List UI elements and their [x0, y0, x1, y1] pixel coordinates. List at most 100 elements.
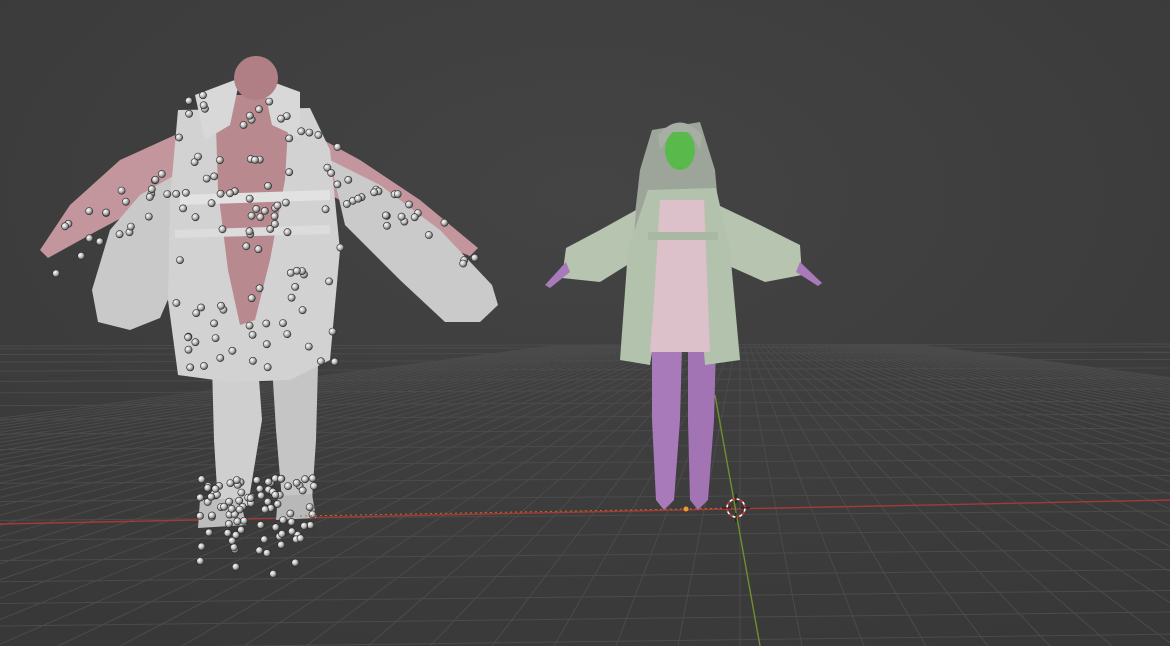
empty-sphere[interactable]	[102, 208, 111, 217]
empty-sphere[interactable]	[405, 200, 413, 209]
empty-sphere[interactable]	[203, 483, 212, 492]
empty-sphere[interactable]	[321, 205, 330, 214]
empty-sphere[interactable]	[231, 562, 240, 571]
empty-sphere[interactable]	[184, 96, 193, 105]
empty-sphere[interactable]	[271, 491, 280, 499]
empty-sphere[interactable]	[208, 511, 216, 520]
empty-sphere[interactable]	[325, 277, 333, 286]
empty-sphere[interactable]	[254, 245, 263, 254]
empty-sphere[interactable]	[255, 546, 264, 555]
empty-sphere[interactable]	[342, 200, 351, 208]
empty-sphere[interactable]	[172, 189, 181, 198]
empty-sphere[interactable]	[459, 259, 468, 268]
empty-sphere[interactable]	[252, 205, 261, 213]
empty-sphere[interactable]	[240, 516, 248, 525]
empty-sphere[interactable]	[226, 479, 235, 487]
empty-sphere[interactable]	[117, 186, 126, 195]
empty-sphere[interactable]	[265, 97, 274, 106]
empty-sphere[interactable]	[115, 230, 124, 239]
empty-sphere[interactable]	[237, 488, 246, 497]
empty-sphere[interactable]	[255, 484, 264, 493]
empty-sphere[interactable]	[269, 570, 278, 578]
empty-sphere[interactable]	[286, 509, 295, 518]
empty-sphere[interactable]	[199, 91, 207, 100]
empty-sphere[interactable]	[126, 222, 135, 231]
empty-sphere[interactable]	[291, 558, 300, 567]
empty-sphere[interactable]	[440, 218, 449, 227]
empty-sphere[interactable]	[199, 101, 208, 110]
empty-sphere[interactable]	[217, 301, 225, 310]
empty-sphere[interactable]	[292, 478, 301, 487]
empty-sphere[interactable]	[237, 526, 245, 534]
empty-sphere[interactable]	[287, 527, 296, 536]
empty-sphere[interactable]	[248, 356, 257, 365]
empty-sphere[interactable]	[175, 133, 183, 142]
empty-sphere[interactable]	[256, 521, 265, 529]
empty-sphere[interactable]	[226, 189, 234, 198]
empty-sphere[interactable]	[228, 536, 236, 545]
empty-sphere[interactable]	[255, 105, 263, 114]
empty-sphere[interactable]	[192, 309, 201, 317]
empty-sphere[interactable]	[270, 220, 279, 228]
empty-sphere[interactable]	[218, 225, 227, 234]
empty-sphere[interactable]	[263, 497, 272, 506]
empty-sphere[interactable]	[186, 363, 195, 372]
empty-sphere[interactable]	[205, 528, 213, 537]
empty-sphere[interactable]	[227, 504, 236, 513]
empty-sphere[interactable]	[300, 522, 309, 530]
empty-sphere[interactable]	[255, 284, 264, 293]
empty-sphere[interactable]	[248, 330, 257, 339]
empty-sphere[interactable]	[163, 190, 172, 198]
empty-sphere[interactable]	[370, 188, 379, 197]
empty-sphere[interactable]	[256, 213, 265, 221]
empty-sphere[interactable]	[308, 474, 317, 483]
empty-sphere[interactable]	[260, 206, 269, 215]
empty-sphere[interactable]	[207, 492, 215, 501]
empty-sphere[interactable]	[279, 319, 287, 327]
empty-sphere[interactable]	[273, 201, 282, 210]
empty-sphere[interactable]	[211, 484, 220, 493]
empty-sphere[interactable]	[184, 345, 193, 354]
empty-sphere[interactable]	[61, 222, 69, 231]
empty-sphere[interactable]	[230, 543, 238, 552]
viewport-canvas[interactable]	[0, 0, 1170, 646]
empty-sphere[interactable]	[210, 319, 218, 328]
empty-sphere[interactable]	[310, 482, 318, 490]
empty-sphere[interactable]	[296, 534, 305, 543]
empty-sphere[interactable]	[260, 535, 269, 544]
empty-sphere[interactable]	[264, 181, 272, 190]
empty-sphere[interactable]	[210, 172, 219, 181]
empty-sphere[interactable]	[257, 491, 265, 500]
empty-sphere[interactable]	[235, 496, 244, 505]
empty-sphere[interactable]	[122, 197, 130, 206]
empty-sphere[interactable]	[246, 494, 255, 502]
empty-sphere[interactable]	[216, 189, 225, 198]
empty-sphere[interactable]	[151, 175, 160, 184]
empty-sphere[interactable]	[470, 253, 479, 262]
empty-sphere[interactable]	[145, 193, 154, 201]
empty-sphere[interactable]	[381, 211, 390, 220]
empty-sphere[interactable]	[298, 306, 307, 315]
empty-sphere[interactable]	[333, 143, 342, 151]
empty-sphere[interactable]	[181, 188, 190, 197]
empty-sphere[interactable]	[354, 194, 363, 203]
empty-sphere[interactable]	[285, 168, 294, 177]
empty-sphere[interactable]	[277, 114, 285, 123]
empty-sphere[interactable]	[194, 152, 202, 161]
empty-sphere[interactable]	[279, 516, 287, 524]
empty-sphere[interactable]	[263, 549, 271, 557]
empty-sphere[interactable]	[283, 228, 292, 237]
empty-sphere[interactable]	[211, 334, 220, 342]
empty-sphere[interactable]	[191, 338, 200, 347]
empty-sphere[interactable]	[301, 475, 309, 484]
empty-sphere[interactable]	[197, 475, 206, 484]
empty-sphere[interactable]	[252, 476, 261, 485]
empty-sphere[interactable]	[176, 256, 184, 264]
empty-sphere[interactable]	[228, 346, 237, 355]
empty-sphere[interactable]	[184, 333, 192, 342]
empty-sphere[interactable]	[235, 505, 244, 514]
empty-sphere[interactable]	[305, 128, 314, 137]
empty-sphere[interactable]	[196, 557, 205, 565]
empty-sphere[interactable]	[191, 213, 200, 222]
empty-sphere[interactable]	[202, 174, 211, 183]
